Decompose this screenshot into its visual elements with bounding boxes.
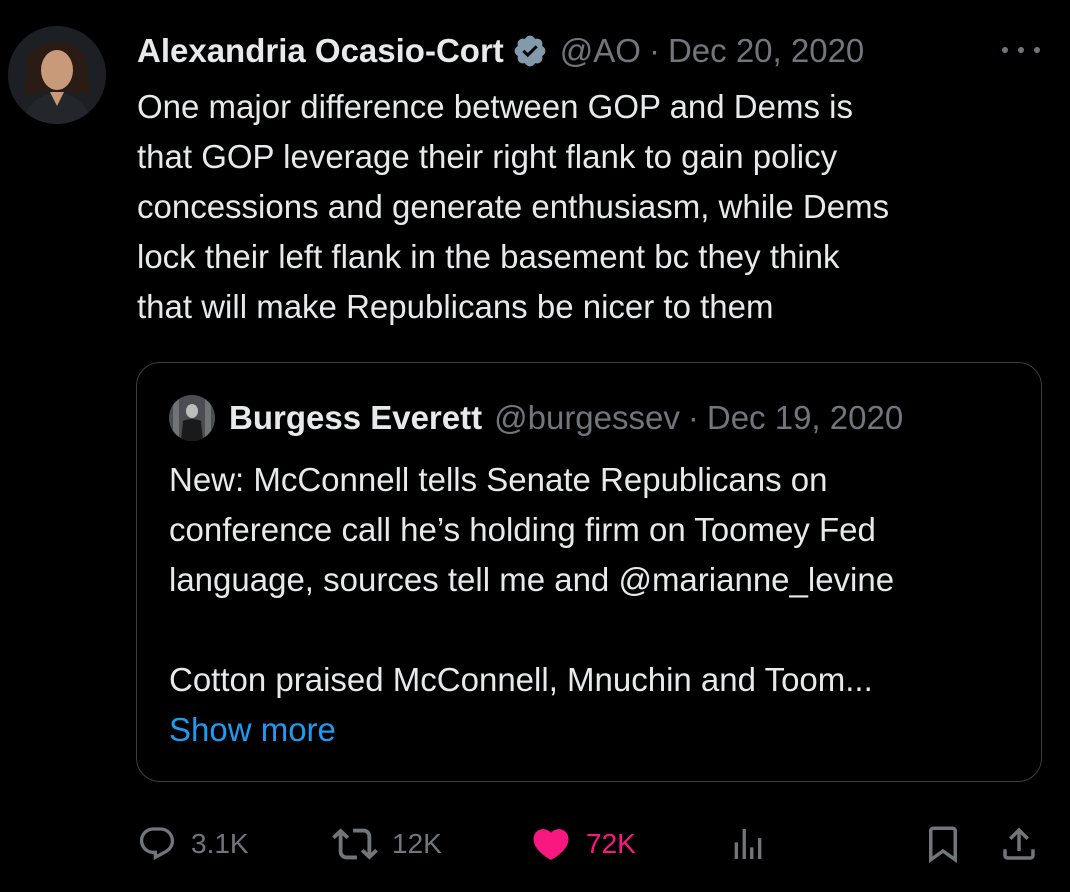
author-handle[interactable]: @AO: [560, 32, 641, 70]
author-display-name[interactable]: Alexandria Ocasio-Cort: [137, 32, 504, 70]
quoted-author-handle[interactable]: @burgessev: [494, 399, 680, 437]
reply-count: 3.1K: [191, 828, 249, 859]
quoted-author-avatar[interactable]: [169, 395, 215, 441]
tweet-text-line: that will make Republicans be nicer to t…: [137, 288, 774, 325]
quoted-text-line: conference call he’s holding firm on Too…: [169, 511, 876, 548]
quoted-text-line: New: McConnell tells Senate Republicans …: [169, 461, 828, 498]
tweet-date[interactable]: Dec 20, 2020: [668, 32, 864, 70]
quoted-author-display-name[interactable]: Burgess Everett: [229, 399, 482, 437]
tweet: Alexandria Ocasio-Cort @AO · Dec 20, 202…: [0, 0, 1070, 892]
reply-button[interactable]: 3.1K: [137, 816, 249, 872]
author-avatar[interactable]: [8, 26, 106, 124]
tweet-text-line: concessions and generate enthusiasm, whi…: [137, 188, 890, 225]
header-separator: ·: [648, 32, 660, 69]
show-more-link[interactable]: Show more: [169, 705, 1029, 755]
retweet-button[interactable]: 12K: [332, 816, 442, 872]
quoted-text-line: language, sources tell me and @marianne_…: [169, 561, 895, 598]
tweet-text-line: One major difference between GOP and Dem…: [137, 88, 853, 125]
quoted-text-line: Cotton praised McConnell, Mnuchin and To…: [169, 661, 873, 698]
analytics-button[interactable]: [728, 816, 768, 872]
bookmark-icon: [922, 823, 964, 865]
bookmark-button[interactable]: [922, 816, 964, 872]
verified-badge-icon[interactable]: [512, 33, 548, 69]
quoted-tweet-header: Burgess Everett @burgessev · Dec 19, 202…: [229, 395, 903, 441]
quoted-tweet-text: New: McConnell tells Senate Republicans …: [169, 455, 1029, 755]
like-button[interactable]: 72K: [530, 816, 636, 872]
retweet-count: 12K: [392, 828, 442, 859]
like-count: 72K: [586, 828, 636, 859]
retweet-icon: [332, 821, 378, 867]
tweet-text-line: that GOP leverage their right flank to g…: [137, 138, 838, 175]
tweet-text-line: lock their left flank in the basement bc…: [137, 238, 840, 275]
quoted-header-separator: ·: [687, 399, 699, 436]
share-icon: [998, 823, 1040, 865]
analytics-icon: [728, 824, 768, 864]
quoted-tweet-card[interactable]: Burgess Everett @burgessev · Dec 19, 202…: [136, 362, 1042, 782]
tweet-text: One major difference between GOP and Dem…: [137, 82, 1037, 332]
tweet-header: Alexandria Ocasio-Cort @AO · Dec 20, 202…: [137, 28, 864, 74]
heart-icon: [530, 823, 572, 865]
quoted-tweet-date[interactable]: Dec 19, 2020: [707, 399, 903, 437]
quoted-text-blank-line: [169, 605, 1029, 655]
reply-icon: [137, 824, 177, 864]
tweet-actions-bar: 3.1K 12K 72K: [0, 816, 1070, 872]
share-button[interactable]: [998, 816, 1040, 872]
more-options-icon[interactable]: [1002, 38, 1040, 62]
